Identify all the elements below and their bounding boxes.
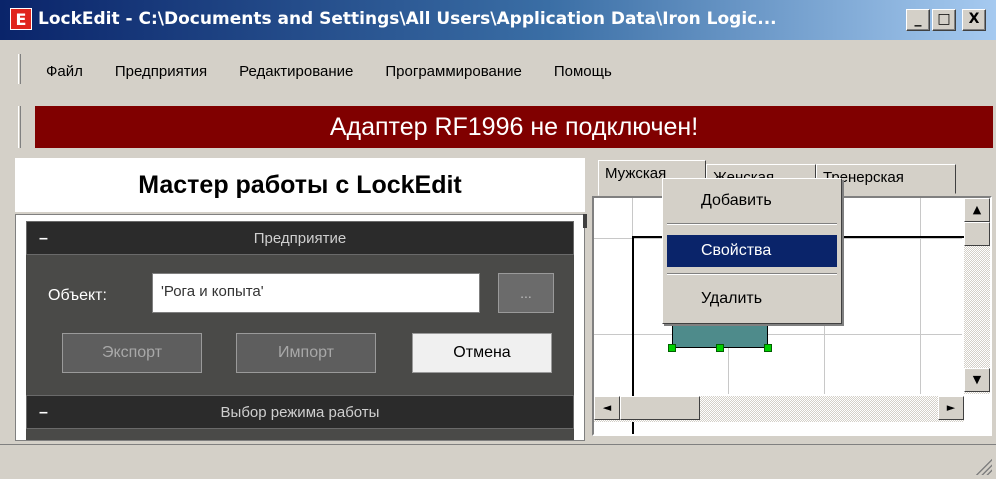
vertical-scroll-thumb[interactable] [964, 222, 990, 246]
menu-separator [667, 223, 837, 225]
menu-enterprises[interactable]: Предприятия [99, 63, 223, 80]
menu-file[interactable]: Файл [30, 63, 99, 80]
section-title: Выбор режима работы [220, 404, 380, 421]
toolbar-grip[interactable] [18, 54, 21, 84]
enterprise-section-header[interactable]: – Предприятие [26, 221, 574, 255]
resize-grip-icon[interactable] [976, 459, 992, 475]
resize-handle[interactable] [716, 344, 724, 352]
wizard-scrollbar[interactable] [583, 214, 587, 228]
horizontal-scrollbar[interactable]: ◄ ► [594, 396, 964, 422]
title-bar: E LockEdit - C:\Documents and Settings\A… [0, 0, 996, 40]
menu-edit[interactable]: Редактирование [223, 63, 369, 80]
context-menu: Добавить Свойства Удалить [662, 178, 842, 324]
browse-button[interactable]: ... [498, 273, 554, 313]
context-menu-add[interactable]: Добавить [667, 185, 837, 217]
wizard-panel: Мастер работы с LockEdit – Предприятие О… [15, 156, 587, 441]
scroll-down-icon[interactable]: ▼ [964, 368, 990, 392]
close-button[interactable]: X [962, 9, 986, 31]
context-menu-properties[interactable]: Свойства [667, 235, 837, 267]
wizard-scroll-area[interactable]: – Предприятие Объект: 'Рога и копыта' ..… [15, 214, 585, 441]
menu-separator [667, 273, 837, 275]
resize-handle[interactable] [668, 344, 676, 352]
maximize-button[interactable]: □ [932, 9, 956, 31]
toolbar-grip[interactable] [18, 106, 21, 148]
menu-help[interactable]: Помощь [538, 63, 628, 80]
status-bar [0, 444, 996, 479]
menu-programming[interactable]: Программирование [369, 63, 537, 80]
export-button[interactable]: Экспорт [62, 333, 202, 373]
object-field[interactable]: 'Рога и копыта' [152, 273, 480, 313]
scroll-right-icon[interactable]: ► [938, 396, 964, 420]
menu-bar: Файл Предприятия Редактирование Программ… [0, 40, 996, 96]
scroll-up-icon[interactable]: ▲ [964, 198, 990, 222]
cancel-button[interactable]: Отмена [412, 333, 552, 373]
object-label: Объект: [48, 287, 107, 304]
scroll-left-icon[interactable]: ◄ [594, 396, 620, 420]
mode-section: – Выбор режима работы [26, 395, 574, 440]
banner-toolbar: Адаптер RF1996 не подключен! [0, 100, 996, 154]
context-menu-delete[interactable]: Удалить [667, 283, 837, 315]
window-title: LockEdit - C:\Documents and Settings\All… [38, 9, 777, 29]
app-icon[interactable]: E [10, 8, 32, 30]
resize-handle[interactable] [764, 344, 772, 352]
wizard-title: Мастер работы с LockEdit [15, 158, 585, 212]
vertical-scrollbar[interactable]: ▲ ▼ [964, 198, 990, 394]
adapter-status-banner: Адаптер RF1996 не подключен! [35, 106, 993, 148]
section-title: Предприятие [253, 230, 347, 247]
import-button[interactable]: Импорт [236, 333, 376, 373]
horizontal-scroll-thumb[interactable] [620, 396, 700, 420]
mode-section-header[interactable]: – Выбор режима работы [26, 395, 574, 429]
minimize-button[interactable]: _ [906, 9, 930, 31]
